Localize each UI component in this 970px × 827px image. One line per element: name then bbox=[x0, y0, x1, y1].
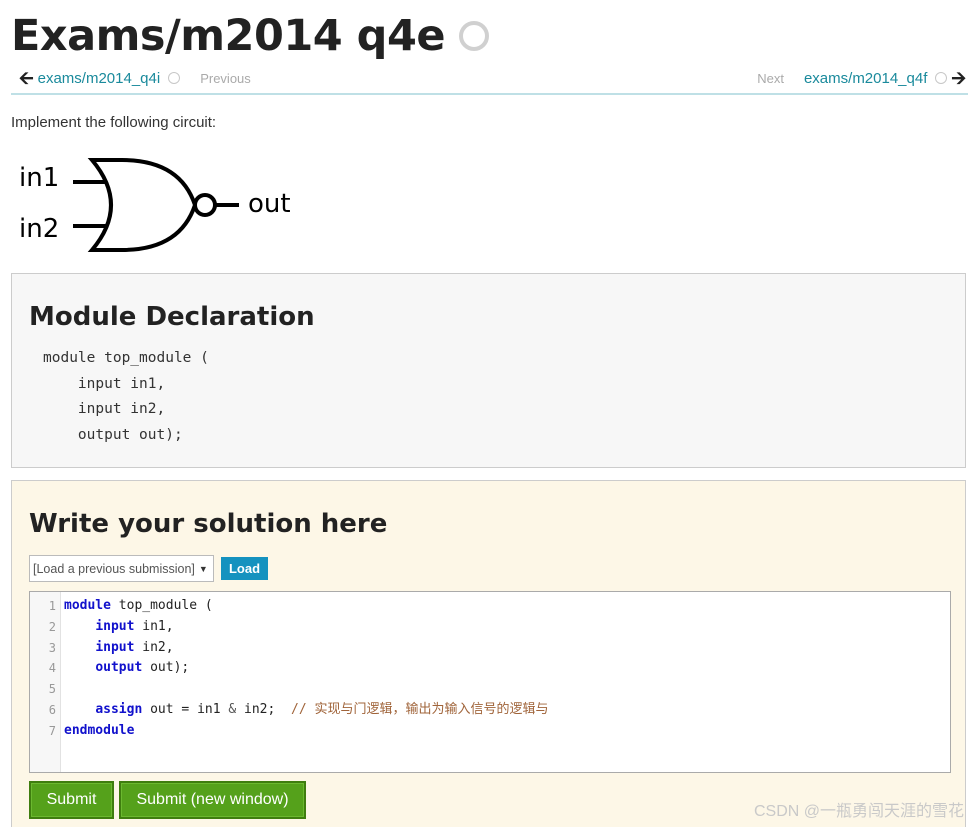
code-keyword: assign bbox=[95, 701, 143, 717]
load-button[interactable]: Load bbox=[221, 557, 268, 580]
title-row: Exams/m2014 q4e bbox=[11, 8, 490, 64]
line-number: 5 bbox=[48, 682, 56, 697]
next-status-icon bbox=[935, 72, 948, 84]
problem-intro: Implement the following circuit: bbox=[11, 114, 217, 131]
completion-status-icon bbox=[459, 21, 490, 51]
code-line: assign out = in1 & in2; // 实现与门逻辑，输出为输入信… bbox=[64, 700, 548, 721]
submit-button[interactable]: Submit bbox=[29, 781, 114, 819]
declaration-line: module top_module ( bbox=[43, 350, 209, 366]
code-editor[interactable]: 1 2 3 4 5 6 7 module top_module ( input in1, i… bbox=[29, 591, 951, 773]
solution-heading: Write your solution here bbox=[29, 509, 388, 539]
previous-label: Previous bbox=[200, 70, 251, 86]
code-keyword: input bbox=[95, 639, 135, 655]
load-submission-select[interactable]: [Load a previous submission] ▼ bbox=[29, 555, 214, 582]
code-content[interactable]: module top_module ( input in1, input in2… bbox=[64, 596, 548, 742]
line-number: 7 bbox=[48, 723, 56, 738]
problem-navigation: 🡨 exams/m2014_q4i Previous Next exams/m2… bbox=[11, 65, 968, 95]
module-declaration-heading: Module Declaration bbox=[29, 302, 315, 332]
code-keyword: input bbox=[95, 618, 135, 634]
inverter-bubble bbox=[193, 193, 217, 217]
module-declaration-code: module top_module ( input in1, input in2… bbox=[43, 346, 209, 448]
next-problem-link[interactable]: exams/m2014_q4f bbox=[804, 70, 927, 87]
nor-gate-diagram: in1 in2 out bbox=[19, 158, 291, 252]
input2-label: in2 bbox=[19, 214, 59, 244]
code-token: top_module ( bbox=[110, 598, 213, 613]
input1-label: in1 bbox=[19, 163, 59, 193]
code-line: input in1, bbox=[64, 617, 548, 638]
code-comment: // 实现与门逻辑，输出为输入信号的逻辑与 bbox=[291, 701, 549, 717]
line-number: 2 bbox=[48, 619, 56, 634]
line-number: 1 bbox=[48, 599, 56, 613]
code-token: out = in1 bbox=[142, 701, 229, 717]
line-numbers: 1 2 3 4 5 6 7 bbox=[30, 596, 56, 742]
line-number: 3 bbox=[48, 640, 56, 655]
watermark: CSDN @一瓶勇闯天涯的雪花 bbox=[753, 803, 964, 820]
code-keyword: output bbox=[95, 660, 143, 676]
previous-problem-link[interactable]: exams/m2014_q4i bbox=[38, 70, 161, 87]
declaration-line: input in1, bbox=[43, 375, 166, 392]
code-line: output out); bbox=[64, 658, 548, 679]
nav-next: Next exams/m2014_q4f 🡪 bbox=[741, 67, 966, 89]
declaration-line: output out); bbox=[43, 426, 183, 443]
solution-panel: Write your solution here [Load a previou… bbox=[11, 480, 966, 827]
previous-status-icon bbox=[168, 72, 181, 84]
submit-new-window-button[interactable]: Submit (new window) bbox=[119, 781, 306, 819]
code-token: out); bbox=[142, 660, 190, 676]
code-line: input in2, bbox=[64, 638, 548, 659]
line-number-gutter: 1 2 3 4 5 6 7 bbox=[30, 592, 61, 772]
code-line: module top_module ( bbox=[64, 596, 548, 617]
caret-down-icon: ▼ bbox=[198, 563, 208, 574]
arrow-right-icon[interactable]: 🡪 bbox=[951, 69, 966, 87]
code-token: in2, bbox=[134, 639, 174, 655]
page-title: Exams/m2014 q4e bbox=[11, 11, 446, 61]
load-submission-value: [Load a previous submission] bbox=[33, 561, 195, 576]
nav-previous: 🡨 exams/m2014_q4i Previous bbox=[19, 67, 267, 89]
line-number: 4 bbox=[48, 661, 56, 676]
nor-gate-body bbox=[87, 158, 198, 252]
output-label: out bbox=[248, 189, 291, 219]
line-number: 6 bbox=[48, 702, 56, 717]
module-declaration-panel: Module Declaration module top_module ( i… bbox=[11, 273, 966, 468]
code-keyword: module bbox=[64, 598, 111, 613]
code-token: in1, bbox=[134, 618, 174, 634]
declaration-line: input in2, bbox=[43, 401, 166, 418]
code-keyword: endmodule bbox=[64, 722, 135, 738]
code-line: endmodule bbox=[64, 721, 548, 742]
next-label: Next bbox=[757, 70, 784, 86]
code-token: in2; bbox=[236, 701, 291, 717]
arrow-left-icon[interactable]: 🡨 bbox=[19, 69, 34, 87]
